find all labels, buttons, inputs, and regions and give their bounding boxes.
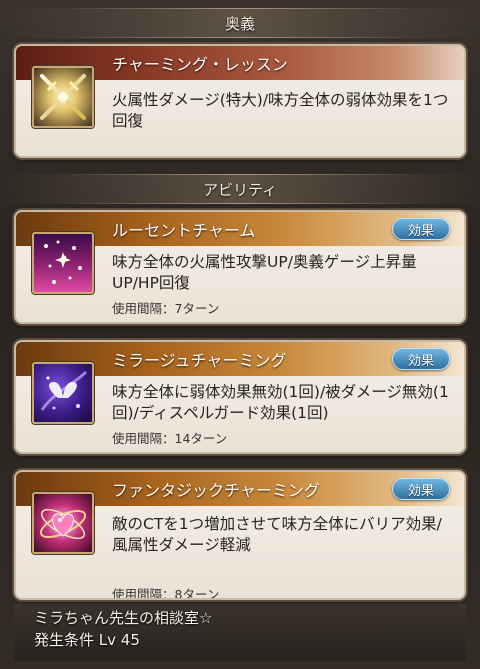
ability-2-description: 味方全体に弱体効果無効(1回)/被ダメージ無効(1回)/ディスペルガード効果(1…: [112, 383, 449, 422]
ougi-card[interactable]: チャーミング・レッスン 火属性ダメージ(特大)/味方全体の弱体効果を1つ回復: [14, 44, 466, 158]
cooldown-value: 7ターン: [174, 301, 220, 316]
pink-heart-orb-icon: [32, 492, 94, 554]
sparkle-curtain-icon: [32, 232, 94, 294]
support-skill-footer: ミラちゃん先生の相談室☆ 発生条件 Lv 45: [14, 603, 466, 661]
ability-2-cooldown: 使用間隔：14ターン: [112, 428, 227, 447]
ougi-header-label: 奥義: [224, 14, 255, 33]
ability-section-header: アビリティ: [0, 174, 480, 204]
ougi-name: チャーミング・レッスン: [112, 55, 288, 74]
ability-2-effect-button[interactable]: 効果: [392, 348, 450, 370]
ability-1-name: ルーセントチャーム: [112, 221, 256, 240]
ability-1-description: 味方全体の火属性攻撃UP/奥義ゲージ上昇量UP/HP回復: [112, 253, 417, 292]
support-skill-condition: 発生条件 Lv 45: [34, 631, 140, 649]
ability-3-effect-button[interactable]: 効果: [392, 478, 450, 500]
butterfly-icon: [32, 362, 94, 424]
ability-3-name: ファンタジックチャーミング: [112, 481, 320, 500]
support-skill-name: ミラちゃん先生の相談室☆: [34, 609, 213, 627]
ability-1-effect-button[interactable]: 効果: [392, 218, 450, 240]
ability-3-cooldown: 使用間隔：8ターン: [112, 584, 220, 600]
ougi-section-header: 奥義: [0, 8, 480, 38]
cooldown-label: 使用間隔：: [112, 431, 175, 446]
ability-card-3[interactable]: ファンタジックチャーミング 効果 敵のCTを1つ増加させて味方全体にバリア効果/…: [14, 470, 466, 600]
ougi-description: 火属性ダメージ(特大)/味方全体の弱体効果を1つ回復: [112, 91, 449, 130]
ability-1-cooldown: 使用間隔：7ターン: [112, 298, 219, 317]
ability-card-1[interactable]: ルーセントチャーム 効果 味方全体の火属性攻撃UP/奥義ゲージ上昇量UP/HP回…: [14, 210, 466, 324]
ability-header-label: アビリティ: [202, 180, 278, 199]
ability-card-2[interactable]: ミラージュチャーミング 効果 味方全体に弱体効果無効(1回)/被ダメージ無効(1…: [14, 340, 466, 454]
ability-3-description: 敵のCTを1つ増加させて味方全体にバリア効果/風属性ダメージ軽減: [112, 515, 442, 554]
cooldown-value: 8ターン: [174, 587, 220, 600]
ability-2-name: ミラージュチャーミング: [112, 351, 287, 370]
cooldown-label: 使用間隔：: [112, 301, 175, 316]
cooldown-label: 使用間隔：: [112, 587, 175, 600]
cooldown-value: 14ターン: [174, 431, 228, 446]
crossed-swords-icon: [32, 66, 94, 128]
